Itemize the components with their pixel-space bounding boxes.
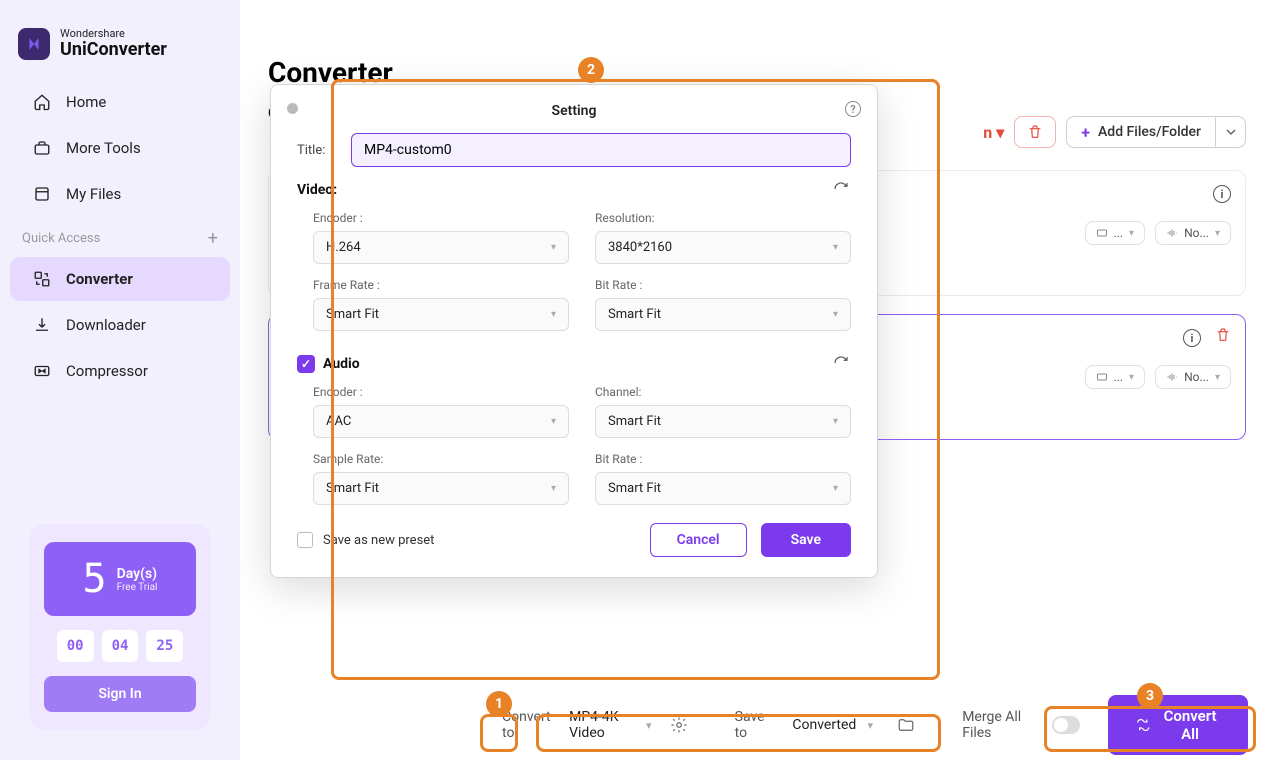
info-icon[interactable]: i	[1213, 185, 1231, 203]
annotation-badge: 1	[486, 691, 512, 717]
dialog-close-icon[interactable]	[287, 103, 298, 114]
chevron-down-icon: ▾	[1215, 228, 1220, 239]
nav-label: Compressor	[66, 362, 148, 380]
subtitle-chip[interactable]: ...▾	[1085, 221, 1146, 245]
nav-my-files[interactable]: My Files	[10, 172, 230, 216]
nav-label: Downloader	[66, 316, 146, 334]
download-icon	[32, 315, 52, 335]
add-files-button[interactable]: + Add Files/Folder	[1066, 116, 1216, 148]
merge-label: Merge All Files	[962, 709, 1037, 741]
info-icon[interactable]: i	[1183, 329, 1201, 347]
annotation-badge: 3	[1137, 683, 1163, 709]
toolbox-icon	[32, 138, 52, 158]
brand-logo-icon	[18, 28, 50, 60]
plus-icon: +	[1081, 123, 1090, 142]
countdown-hours: 00	[57, 630, 94, 662]
signin-button[interactable]: Sign In	[44, 676, 196, 712]
audio-chip[interactable]: No...▾	[1155, 365, 1231, 389]
countdown-seconds: 25	[146, 630, 183, 662]
annotation-badge: 2	[578, 57, 604, 83]
checkbox-icon	[297, 532, 313, 548]
home-icon	[32, 92, 52, 112]
annotation-box	[1044, 706, 1256, 752]
chevron-down-icon: ▾	[1129, 372, 1134, 383]
audio-chip[interactable]: No...▾	[1155, 221, 1231, 245]
quick-access-label: Quick Access	[22, 231, 100, 246]
annotation-box	[480, 714, 518, 752]
countdown-minutes: 04	[102, 630, 139, 662]
annotation-box	[331, 79, 940, 680]
brand: Wondershare UniConverter	[0, 28, 240, 78]
nav-more-tools[interactable]: More Tools	[10, 126, 230, 170]
trial-free-label: Free Trial	[117, 582, 158, 593]
chevron-down-icon: ▾	[1129, 228, 1134, 239]
nav-label: Home	[66, 93, 106, 111]
nav-label: My Files	[66, 185, 121, 203]
nav-converter[interactable]: Converter	[10, 257, 230, 301]
nav-compressor[interactable]: Compressor	[10, 349, 230, 393]
nav-downloader[interactable]: Downloader	[10, 303, 230, 347]
nav-label: Converter	[66, 270, 133, 288]
remove-file-button[interactable]	[1215, 327, 1231, 343]
chevron-down-icon: ▾	[996, 123, 1004, 142]
audio-enabled-checkbox[interactable]: ✓	[297, 355, 315, 373]
annotation-box	[536, 714, 941, 752]
sidebar: Wondershare UniConverter Home More Tools…	[0, 0, 240, 760]
files-icon	[32, 184, 52, 204]
subtitle-chip[interactable]: ...▾	[1085, 365, 1146, 389]
add-files-dropdown[interactable]	[1216, 116, 1246, 148]
nav-label: More Tools	[66, 139, 141, 157]
brand-bottom: UniConverter	[60, 40, 167, 60]
trial-days-number: 5	[83, 556, 107, 602]
compressor-icon	[32, 361, 52, 381]
trial-days-label: Day(s)	[117, 566, 158, 582]
trial-panel: 5 Day(s) Free Trial 00 04 25 Sign In	[30, 524, 210, 730]
nav-home[interactable]: Home	[10, 80, 230, 124]
converter-icon	[32, 269, 52, 289]
high-speed-dropdown[interactable]: n ▾	[983, 123, 1004, 142]
clear-all-button[interactable]	[1014, 116, 1056, 148]
chevron-down-icon: ▾	[1215, 372, 1220, 383]
add-quick-icon[interactable]: +	[208, 228, 218, 249]
